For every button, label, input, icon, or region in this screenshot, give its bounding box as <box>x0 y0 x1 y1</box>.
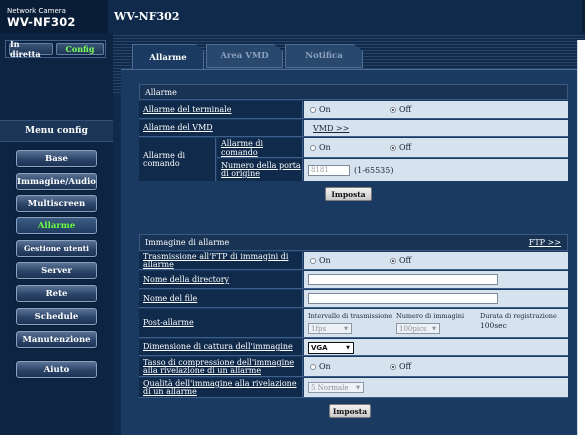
top-bar: WV-NF302 <box>108 0 585 33</box>
ftp-transfer-off-radio[interactable]: Off <box>390 256 411 265</box>
compression-on-radio[interactable]: On <box>310 362 331 371</box>
command-alarm-sub-label[interactable]: Allarme di comando <box>217 138 303 158</box>
source-port-label[interactable]: Numero della porta di origine <box>217 159 303 181</box>
terminal-alarm-label[interactable]: Allarme del terminale <box>139 101 303 118</box>
scrollbar[interactable] <box>577 40 585 435</box>
command-alarm-row: Allarme di comando Allarme di comando Nu… <box>139 138 568 181</box>
page-title: WV-NF302 <box>114 10 180 23</box>
settings-panel: Allarme Allarme del terminale On Off All… <box>121 69 577 435</box>
menu-item-user-management[interactable]: Gestione utenti <box>16 240 97 257</box>
menu-heading: Menu config <box>0 120 113 142</box>
port-range-hint: (1-65535) <box>354 165 394 175</box>
menu-item-server[interactable]: Server <box>16 262 97 279</box>
menu-item-network[interactable]: Rete <box>16 285 97 302</box>
menu-item-help[interactable]: Aiuto <box>16 361 97 378</box>
ftp-transfer-on-radio[interactable]: On <box>310 256 331 265</box>
directory-row: Nome della directory <box>139 271 568 289</box>
menu-item-base[interactable]: Base <box>16 150 97 167</box>
terminal-alarm-off-radio[interactable]: Off <box>390 105 411 114</box>
menu-item-multiscreen[interactable]: Multiscreen <box>16 195 97 212</box>
interval-select[interactable]: 1fps ▼ <box>308 323 352 334</box>
filename-label[interactable]: Nome del file <box>139 290 303 307</box>
live-button[interactable]: In diretta <box>9 39 53 59</box>
filename-row: Nome del file <box>139 290 568 308</box>
mode-switch: In diretta Config <box>5 39 106 59</box>
command-alarm-off-radio[interactable]: Off <box>390 143 411 152</box>
brand-caption: Network Camera <box>7 7 66 15</box>
compression-off-radio[interactable]: Off <box>390 362 411 371</box>
command-alarm-label: Allarme di comando <box>139 138 216 181</box>
menu-item-schedule[interactable]: Schedule <box>16 308 97 325</box>
capture-size-label[interactable]: Dimensione di cattura dell'immagine <box>139 339 303 355</box>
ftp-link[interactable]: FTP >> <box>529 238 561 247</box>
quality-row: Qualità dell'immagine alla rivelazione d… <box>139 378 568 398</box>
directory-input[interactable] <box>308 274 498 285</box>
brand-model: WV-NF302 <box>7 15 76 29</box>
directory-label[interactable]: Nome della directory <box>139 271 303 288</box>
alarm-image-section-header: Immagine di allarme FTP >> <box>139 234 568 251</box>
ftp-transfer-row: Trasmissione all'FTP di immagini di alla… <box>139 252 568 270</box>
alarm-image-section-title: Immagine di allarme <box>145 238 230 247</box>
vmd-alarm-row: Allarme del VMD VMD >> <box>139 120 568 137</box>
alarm-section-header: Allarme <box>139 84 568 100</box>
tab-notification[interactable]: Notifica <box>285 44 363 68</box>
tab-alarm[interactable]: Allarme <box>132 44 204 70</box>
command-alarm-on-radio[interactable]: On <box>310 143 331 152</box>
chevron-down-icon: ▼ <box>356 384 360 391</box>
menu-item-image-audio[interactable]: Immagine/Audio <box>16 173 97 190</box>
config-button[interactable]: Config <box>56 43 104 55</box>
alarm-image-submit-button[interactable]: Imposta <box>329 404 371 418</box>
filename-input[interactable] <box>308 293 498 304</box>
chevron-down-icon: ▼ <box>346 345 350 351</box>
menu-item-maintenance[interactable]: Manutenzione <box>16 331 97 348</box>
terminal-alarm-row: Allarme del terminale On Off <box>139 101 568 119</box>
vmd-alarm-label[interactable]: Allarme del VMD <box>139 120 303 136</box>
capture-size-select[interactable]: VGA ▼ <box>308 342 354 354</box>
capture-size-row: Dimensione di cattura dell'immagine VGA ▼ <box>139 339 568 356</box>
duration-value: 100sec <box>480 321 507 330</box>
vmd-link[interactable]: VMD >> <box>313 124 349 133</box>
compression-row: Tasso di compressione dell'immagine alla… <box>139 357 568 377</box>
duration-label: Durata di registrazione <box>480 312 557 320</box>
post-alarm-label[interactable]: Post-allarme <box>139 309 303 337</box>
chevron-down-icon: ▼ <box>432 325 436 332</box>
quality-select[interactable]: 5 Normale ▼ <box>308 382 364 393</box>
compression-label[interactable]: Tasso di compressione dell'immagine alla… <box>139 357 303 376</box>
ftp-transfer-label[interactable]: Trasmissione all'FTP di immagini di alla… <box>139 252 303 269</box>
source-port-input[interactable]: 8181 <box>308 164 350 176</box>
alarm-submit-button[interactable]: Imposta <box>325 187 372 201</box>
quality-label[interactable]: Qualità dell'immagine alla rivelazione d… <box>139 378 303 397</box>
image-count-label: Numero di immagini <box>396 312 465 320</box>
main-content: Allarme Area VMD Notifica Allarme Allarm… <box>113 33 585 435</box>
chevron-down-icon: ▼ <box>344 325 348 332</box>
post-alarm-row: Post-allarme Intervallo di trasmissione … <box>139 309 568 338</box>
brand-header: Network Camera WV-NF302 <box>0 0 108 33</box>
terminal-alarm-on-radio[interactable]: On <box>310 105 331 114</box>
alarm-section-title: Allarme <box>145 87 177 97</box>
menu-item-alarm[interactable]: Allarme <box>16 217 97 234</box>
sidebar: In diretta Config Menu config Base Immag… <box>0 33 113 435</box>
interval-label: Intervallo di trasmissione <box>308 312 393 320</box>
image-count-select[interactable]: 100pics ▼ <box>396 323 440 334</box>
tab-area-vmd[interactable]: Area VMD <box>206 44 283 68</box>
